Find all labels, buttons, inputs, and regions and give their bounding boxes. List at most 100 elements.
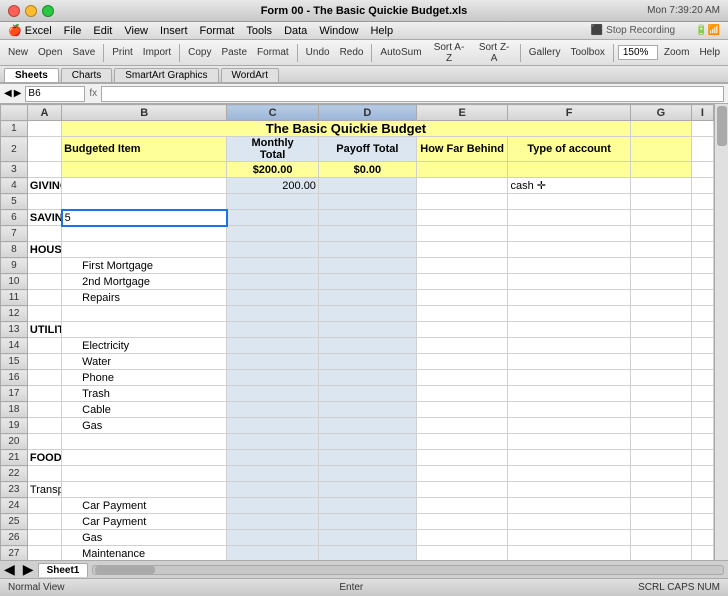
cell-b25[interactable]: Car Payment [62, 514, 227, 530]
cell-b12[interactable] [62, 306, 227, 322]
cell-g11[interactable] [630, 290, 691, 306]
cell-g5[interactable] [630, 194, 691, 210]
cell-i24[interactable] [691, 498, 713, 514]
cell-g2[interactable] [630, 137, 691, 162]
cell-c13[interactable] [227, 322, 319, 338]
menu-window[interactable]: Window [319, 25, 358, 37]
cell-i13[interactable] [691, 322, 713, 338]
tab-charts[interactable]: Charts [61, 68, 112, 82]
cell-e4[interactable] [416, 178, 508, 194]
cell-a13[interactable]: UTILITIES [27, 322, 61, 338]
cell-e25[interactable] [416, 514, 508, 530]
cell-b5[interactable] [62, 194, 227, 210]
col-header-b[interactable]: B [62, 105, 227, 121]
cell-d16[interactable] [318, 370, 416, 386]
cell-a26[interactable] [27, 530, 61, 546]
cell-g19[interactable] [630, 418, 691, 434]
cell-b15[interactable]: Water [62, 354, 227, 370]
cell-c11[interactable] [227, 290, 319, 306]
cell-d12[interactable] [318, 306, 416, 322]
cell-d5[interactable] [318, 194, 416, 210]
cell-g27[interactable] [630, 546, 691, 561]
import-button[interactable]: Import [139, 46, 175, 59]
col-header-c[interactable]: C [227, 105, 319, 121]
cell-g16[interactable] [630, 370, 691, 386]
vertical-scrollbar[interactable] [714, 104, 728, 560]
cell-e17[interactable] [416, 386, 508, 402]
menu-help[interactable]: Help [370, 25, 393, 37]
cell-c27[interactable] [227, 546, 319, 561]
cell-g12[interactable] [630, 306, 691, 322]
cell-e13[interactable] [416, 322, 508, 338]
cell-g22[interactable] [630, 466, 691, 482]
cell-d26[interactable] [318, 530, 416, 546]
spreadsheet[interactable]: A B C D E F G I 1 The Basic Quickie Budg… [0, 104, 714, 560]
cell-a2[interactable] [27, 137, 61, 162]
cell-f5[interactable] [508, 194, 630, 210]
cell-i1[interactable] [691, 121, 713, 137]
col-header-g[interactable]: G [630, 105, 691, 121]
h-scrollbar-thumb[interactable] [95, 566, 155, 574]
cell-g9[interactable] [630, 258, 691, 274]
zoom-input[interactable] [618, 45, 658, 60]
sheet-tab-1[interactable]: Sheet1 [38, 563, 89, 577]
cell-f14[interactable] [508, 338, 630, 354]
col-header-d[interactable]: D [318, 105, 416, 121]
col-header-e[interactable]: E [416, 105, 508, 121]
cell-f17[interactable] [508, 386, 630, 402]
cell-c22[interactable] [227, 466, 319, 482]
autosum-button[interactable]: AutoSum [376, 46, 425, 59]
cell-i12[interactable] [691, 306, 713, 322]
cell-d10[interactable] [318, 274, 416, 290]
cell-d17[interactable] [318, 386, 416, 402]
cell-c8[interactable] [227, 242, 319, 258]
cell-b14[interactable]: Electricity [62, 338, 227, 354]
cell-e2[interactable]: How Far Behind [416, 137, 508, 162]
cell-i18[interactable] [691, 402, 713, 418]
col-header-f[interactable]: F [508, 105, 630, 121]
cell-a15[interactable] [27, 354, 61, 370]
cell-a6[interactable]: SAVINGS [27, 210, 61, 226]
cell-e11[interactable] [416, 290, 508, 306]
cell-f6[interactable] [508, 210, 630, 226]
sheet-nav-left[interactable]: ◀ [0, 561, 19, 578]
cell-d24[interactable] [318, 498, 416, 514]
cell-i4[interactable] [691, 178, 713, 194]
cell-f22[interactable] [508, 466, 630, 482]
cell-f9[interactable] [508, 258, 630, 274]
cell-d20[interactable] [318, 434, 416, 450]
cell-g18[interactable] [630, 402, 691, 418]
menu-tools[interactable]: Tools [246, 25, 272, 37]
cell-e22[interactable] [416, 466, 508, 482]
cell-a9[interactable] [27, 258, 61, 274]
menu-file[interactable]: File [64, 25, 82, 37]
cell-i9[interactable] [691, 258, 713, 274]
zoom-button[interactable]: Zoom [660, 46, 694, 59]
cell-f21[interactable] [508, 450, 630, 466]
cell-b24[interactable]: Car Payment [62, 498, 227, 514]
format-button[interactable]: Format [253, 46, 293, 59]
cell-d13[interactable] [318, 322, 416, 338]
cell-a24[interactable] [27, 498, 61, 514]
cell-b9[interactable]: First Mortgage [62, 258, 227, 274]
horizontal-scrollbar[interactable] [92, 565, 724, 575]
cell-i3[interactable] [691, 162, 713, 178]
minimize-button[interactable] [25, 5, 37, 17]
stop-recording[interactable]: ⬛ Stop Recording [591, 25, 675, 36]
cell-c12[interactable] [227, 306, 319, 322]
cell-e19[interactable] [416, 418, 508, 434]
cell-i10[interactable] [691, 274, 713, 290]
cell-b16[interactable]: Phone [62, 370, 227, 386]
menu-insert[interactable]: Insert [160, 25, 188, 37]
cell-f26[interactable] [508, 530, 630, 546]
cell-a20[interactable] [27, 434, 61, 450]
cell-e6[interactable] [416, 210, 508, 226]
cell-e9[interactable] [416, 258, 508, 274]
cell-f11[interactable] [508, 290, 630, 306]
cell-f7[interactable] [508, 226, 630, 242]
cell-c3[interactable]: $200.00 [227, 162, 319, 178]
traffic-lights[interactable] [8, 5, 54, 17]
cell-c14[interactable] [227, 338, 319, 354]
cell-d11[interactable] [318, 290, 416, 306]
tab-wordart[interactable]: WordArt [221, 68, 280, 82]
